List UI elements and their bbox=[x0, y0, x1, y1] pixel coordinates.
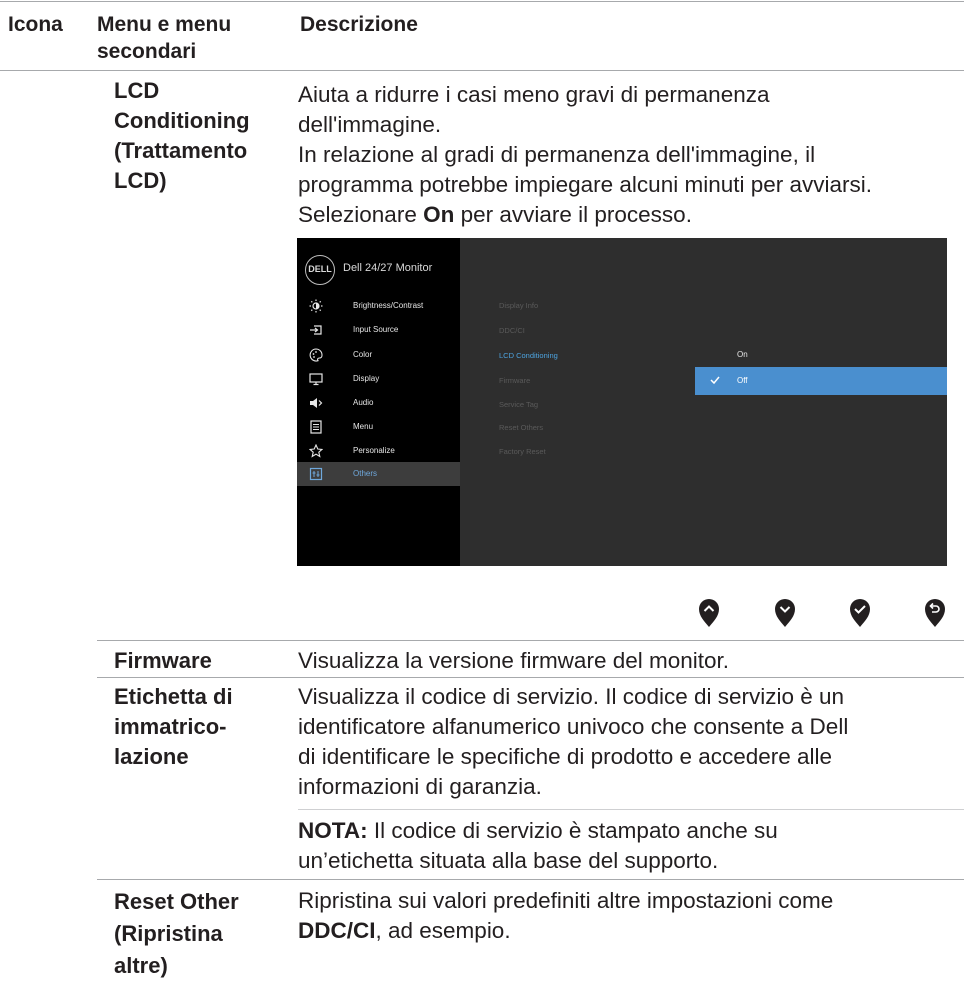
display-icon bbox=[309, 373, 323, 386]
row-rule bbox=[97, 677, 964, 678]
option-off[interactable]: Off bbox=[695, 367, 947, 395]
osd-item-label: Color bbox=[353, 350, 373, 359]
submenu-lcd-conditioning[interactable]: LCD Conditioning bbox=[499, 351, 558, 360]
color-icon bbox=[309, 348, 323, 362]
check-icon bbox=[850, 599, 870, 627]
header-description: Descrizione bbox=[300, 13, 418, 36]
menu-icon bbox=[310, 420, 322, 434]
osd-item-label: Brightness/Contrast bbox=[353, 301, 424, 310]
reset-other-description: Ripristina sui valori predefiniti altre … bbox=[298, 888, 834, 943]
osd-item-audio[interactable]: Audio bbox=[297, 391, 460, 415]
table-top-rule bbox=[0, 1, 964, 2]
osd-item-label: Menu bbox=[353, 422, 374, 431]
submenu-factory-reset[interactable]: Factory Reset bbox=[499, 447, 546, 456]
row-rule bbox=[97, 640, 964, 641]
brightness-icon bbox=[309, 299, 323, 313]
lcd-conditioning-name: LCD Conditioning (Trattamento LCD) bbox=[114, 78, 250, 193]
osd-main-menu: DELL Dell 24/27 Monitor Brightness/Contr… bbox=[297, 238, 460, 566]
lcd-conditioning-description: Aiuta a ridurre i casi meno gravi di per… bbox=[298, 82, 873, 227]
osd-item-display[interactable]: Display bbox=[297, 367, 460, 391]
reset-other-name: Reset Other (Ripristina altre) bbox=[114, 889, 239, 978]
submenu-firmware[interactable]: Firmware bbox=[499, 376, 530, 385]
submenu-ddc-ci[interactable]: DDC/CI bbox=[499, 326, 525, 335]
service-tag-name: Etichetta di immatrico- lazione bbox=[114, 684, 233, 769]
firmware-name: Firmware bbox=[114, 648, 212, 673]
osd-item-label: Personalize bbox=[353, 446, 395, 455]
osd-item-others[interactable]: Others bbox=[297, 462, 460, 486]
osd-item-menu[interactable]: Menu bbox=[297, 415, 460, 439]
header-bottom-rule bbox=[0, 70, 964, 71]
osd-item-label: Others bbox=[353, 469, 378, 478]
submenu-display-info[interactable]: Display Info bbox=[499, 301, 538, 310]
row-rule bbox=[97, 879, 964, 880]
header-icon: Icona bbox=[8, 13, 63, 36]
service-tag-description: Visualizza il codice di servizio. Il cod… bbox=[298, 684, 849, 799]
submenu-service-tag[interactable]: Service Tag bbox=[499, 400, 538, 409]
audio-icon bbox=[310, 398, 323, 408]
dell-logo: DELL bbox=[305, 255, 335, 285]
service-tag-note: NOTA: Il codice di servizio è stampato a… bbox=[298, 818, 778, 873]
option-on[interactable]: On bbox=[737, 350, 748, 359]
osd-item-input-source[interactable]: Input Source bbox=[297, 318, 460, 342]
osd-item-label: Display bbox=[353, 374, 380, 383]
checkmark-icon bbox=[710, 376, 720, 385]
others-icon bbox=[309, 467, 323, 481]
header-menu: Menu e menu secondari bbox=[97, 13, 232, 63]
down-icon bbox=[775, 599, 795, 627]
firmware-description: Visualizza la versione firmware del moni… bbox=[298, 648, 730, 673]
osd-item-personalize[interactable]: Personalize bbox=[297, 439, 460, 463]
osd-item-label: Input Source bbox=[353, 325, 399, 334]
up-icon bbox=[699, 599, 719, 627]
star-icon bbox=[309, 444, 323, 458]
submenu-reset-others[interactable]: Reset Others bbox=[499, 423, 543, 432]
osd-item-color[interactable]: Color bbox=[297, 343, 460, 367]
note-rule bbox=[298, 809, 964, 810]
back-icon bbox=[925, 599, 945, 627]
input-source-icon bbox=[310, 325, 322, 335]
option-off-label: Off bbox=[737, 376, 748, 385]
osd-item-label: Audio bbox=[353, 398, 374, 407]
osd-title: Dell 24/27 Monitor bbox=[343, 262, 433, 274]
osd-screenshot: DELL Dell 24/27 Monitor Brightness/Contr… bbox=[297, 238, 947, 566]
osd-item-brightness[interactable]: Brightness/Contrast bbox=[297, 294, 460, 318]
